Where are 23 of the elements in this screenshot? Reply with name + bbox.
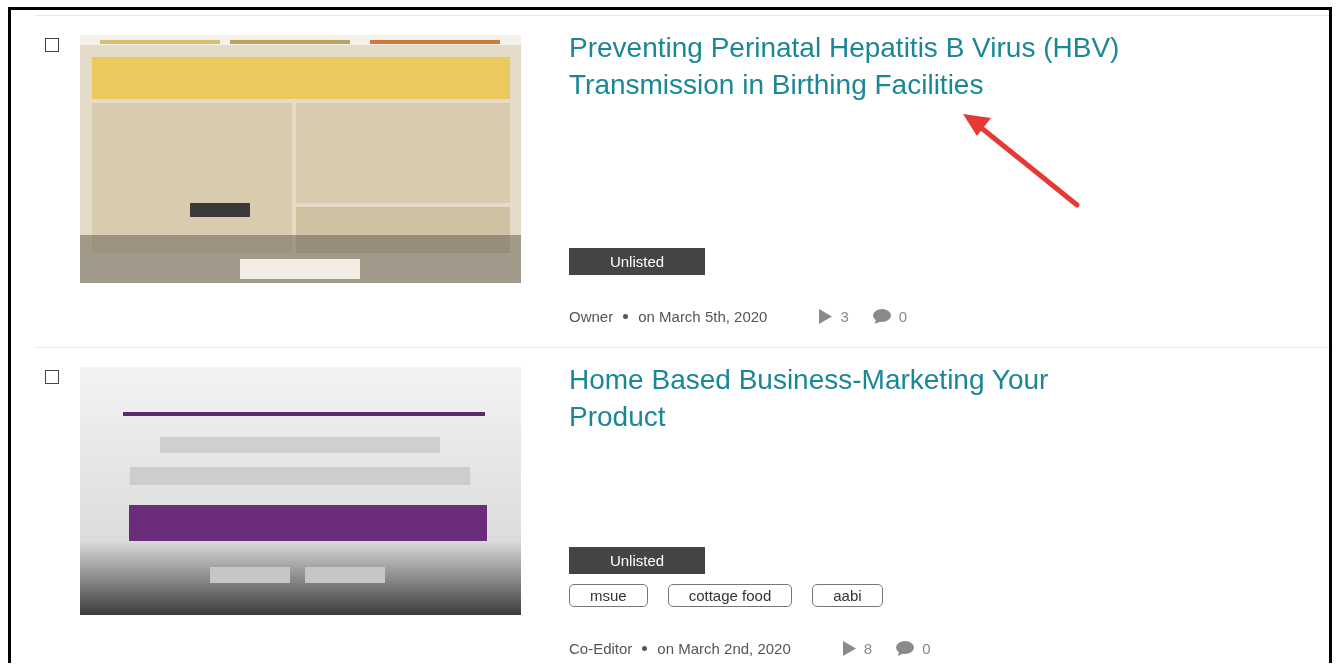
checkbox[interactable] — [45, 370, 59, 384]
play-icon — [819, 309, 833, 324]
separator-dot — [623, 314, 629, 319]
tag-chip[interactable]: cottage food — [667, 584, 793, 607]
separator-dot — [642, 646, 648, 651]
video-title-link[interactable]: Home Based Business-Marketing Your Product — [569, 361, 1131, 435]
comment-count: 0 — [898, 308, 908, 325]
play-icon — [842, 641, 856, 656]
tag-chip[interactable]: msue — [569, 584, 648, 607]
status-badge: Unlisted — [569, 547, 705, 574]
comment-count: 0 — [922, 640, 931, 657]
role-label: Co-Editor — [569, 640, 633, 657]
play-count: 8 — [863, 640, 873, 657]
play-count: 3 — [840, 308, 849, 325]
date-label: on March 2nd, 2020 — [657, 640, 791, 657]
tag-chip[interactable]: aabi — [812, 584, 883, 607]
comment-icon — [896, 641, 915, 656]
video-title-link[interactable]: Preventing Perinatal Hepatitis B Virus (HBV) Transmission in Birthing Facilities — [569, 29, 1131, 103]
date-label: on March 5th, 2020 — [638, 308, 768, 325]
checkbox[interactable] — [45, 38, 59, 52]
role-label: Owner — [569, 308, 614, 325]
comment-icon — [872, 309, 891, 324]
status-badge: Unlisted — [569, 248, 705, 275]
